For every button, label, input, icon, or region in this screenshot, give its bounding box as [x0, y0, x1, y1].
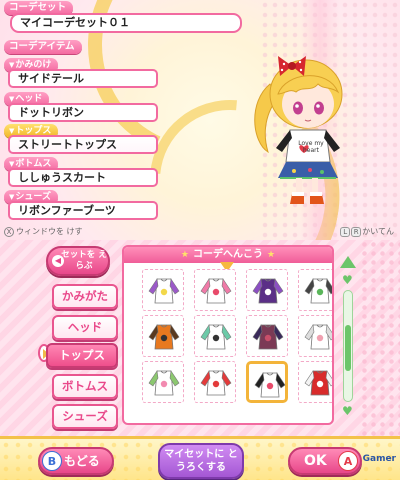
top-garment-icon [252, 278, 284, 304]
action-bar: B もどる マイセットに とうろくする OK A [0, 436, 400, 480]
watermark-logo: Gamer [362, 454, 396, 464]
scroll-track[interactable] [343, 290, 353, 402]
top-garment-icon [304, 370, 332, 396]
item-value-head: ドットリボン [8, 103, 158, 122]
b-button-icon: B [42, 451, 62, 471]
dot-pattern-background [360, 240, 400, 440]
shirt-print-text: Love my heart [298, 140, 324, 154]
scroll-up-arrow-icon[interactable] [340, 256, 356, 270]
hint-hide-window: X ウィンドウを けす [4, 226, 83, 237]
top-garment-icon [200, 370, 232, 396]
item-tile-green-floral-top[interactable] [298, 269, 332, 311]
tab-tops[interactable]: トップス [46, 343, 118, 368]
top-garment-icon [148, 324, 180, 350]
grid-header: ★ コーデへんこう ★ [124, 247, 332, 263]
top-garment-icon [252, 324, 284, 350]
register-myset-button[interactable]: マイセットに とうろくする [158, 443, 244, 479]
item-value-bottoms: ししゅうスカート [8, 168, 158, 187]
back-button[interactable]: B もどる [38, 447, 114, 475]
bottom-screen: ◀ セットを えらぶ かみがた ヘッド トップス ボトムス シューズ ★ コーデへ… [0, 240, 400, 480]
item-grid-panel: ★ コーデへんこう ★ [122, 245, 334, 425]
hint-rotate-text: かいてん [362, 227, 394, 236]
tab-shoes[interactable]: シューズ [52, 404, 118, 429]
scroll-thumb[interactable] [345, 325, 351, 371]
item-tile-pumpkin-top[interactable] [142, 315, 184, 357]
item-value-tops: ストリートトップス [8, 135, 158, 154]
star-icon: ★ [180, 250, 189, 260]
scrollbar[interactable]: ♥ ♥ [338, 252, 358, 422]
ok-button[interactable]: OK A [288, 447, 362, 475]
a-button-icon: A [338, 451, 358, 471]
top-garment-icon [200, 324, 232, 350]
star-icon: ★ [267, 250, 276, 260]
item-tile-red-white-top[interactable] [194, 361, 236, 403]
r-button-icon: R [351, 226, 362, 237]
l-button-icon: L [340, 226, 351, 237]
item-tile-street-top-selected[interactable] [246, 361, 288, 403]
top-garment-icon [304, 324, 332, 350]
top-garment-icon [148, 278, 180, 304]
top-screen: コーデセット マイコーデセット０１ コーデアイテム ▼かみのけ サイドテール ▼… [0, 0, 400, 240]
item-tile-dark-purple-top[interactable] [246, 269, 288, 311]
top-garment-icon [148, 370, 180, 396]
left-arrow-icon: ◀ [52, 255, 64, 267]
tab-head[interactable]: ヘッド [52, 315, 118, 340]
item-tile-red-jacket-top[interactable] [298, 361, 332, 403]
choose-set-button[interactable]: ◀ セットを えらぶ [46, 246, 110, 276]
item-tile-purple-yellow-top[interactable] [142, 269, 184, 311]
coord-items-label: コーデアイテム [4, 40, 82, 54]
top-garment-icon [200, 278, 232, 304]
character-avatar [254, 56, 343, 204]
game-screen: コーデセット マイコーデセット０１ コーデアイテム ▼かみのけ サイドテール ▼… [0, 0, 400, 480]
top-garment-icon [304, 278, 332, 304]
item-value-shoes: リボンファーブーツ [8, 201, 158, 220]
item-tile-heart-tee[interactable] [194, 269, 236, 311]
category-tabs: ◀ セットを えらぶ かみがた ヘッド トップス ボトムス シューズ [0, 240, 122, 440]
hint-hide-window-text: ウィンドウを けす [16, 227, 83, 236]
tab-bottoms[interactable]: ボトムス [52, 374, 118, 399]
x-button-icon: X [4, 226, 14, 237]
item-tile-mint-wing-top[interactable] [194, 315, 236, 357]
item-tile-plaid-top[interactable] [246, 315, 288, 357]
item-tile-white-ruffle-top[interactable] [298, 315, 332, 357]
grid-title: コーデへんこう [193, 249, 263, 260]
ok-label: OK [304, 453, 327, 469]
tab-hairstyle[interactable]: かみがた [52, 284, 118, 309]
heart-icon: ♥ [342, 404, 353, 418]
top-garment-icon [254, 372, 286, 398]
heart-icon: ♥ [342, 273, 353, 287]
back-label: もどる [64, 454, 100, 468]
item-tile-green-bow-top[interactable] [142, 361, 184, 403]
coord-set-name: マイコーデセット０１ [10, 13, 242, 33]
item-value-hair: サイドテール [8, 69, 158, 88]
hint-rotate: L R かいてん [340, 226, 394, 237]
